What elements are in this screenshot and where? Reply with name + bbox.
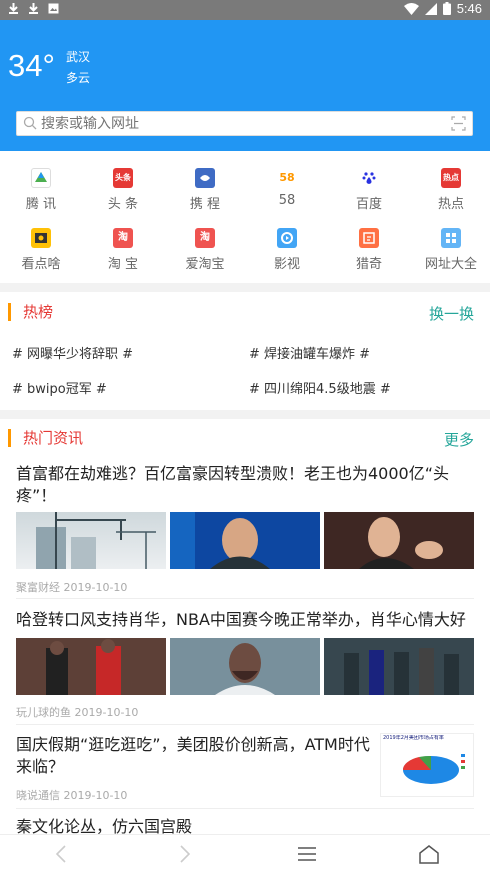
- 58-icon: 58: [277, 168, 297, 188]
- shortcut-58[interactable]: 58 58: [246, 160, 328, 210]
- news-divider: [16, 598, 474, 599]
- news-divider: [16, 724, 474, 725]
- news-title[interactable]: 国庆假期“逛吃逛吃”，美团股价创新高，ATM时代来临？: [16, 734, 378, 778]
- shortcut-ctrip[interactable]: 携 程: [164, 160, 246, 212]
- shortcut-label: 看点啥: [21, 257, 61, 272]
- news-thumbnail-construction[interactable]: [16, 512, 166, 569]
- hot-item[interactable]: # 四川绵阳4.5级地震 #: [249, 378, 391, 397]
- city-name[interactable]: 武汉: [66, 48, 90, 65]
- video-icon: [277, 228, 297, 248]
- shortcut-baidu[interactable]: 百度: [328, 160, 410, 212]
- search-input[interactable]: [41, 114, 441, 134]
- shortcut-label: 百度: [355, 197, 382, 212]
- shortcut-label: 携 程: [189, 197, 221, 212]
- shortcut-toutiao[interactable]: 头条 头 条: [82, 160, 164, 212]
- sites-icon: [441, 228, 461, 248]
- refresh-button[interactable]: 换一换: [429, 303, 474, 324]
- back-icon[interactable]: [50, 843, 74, 865]
- hotspot-icon: 热点: [441, 168, 461, 188]
- shortcut-label: 热点: [437, 197, 464, 212]
- shortcut-tencent[interactable]: 腾 讯: [0, 160, 82, 212]
- download-icon: [29, 3, 38, 14]
- shortcut-label: 头 条: [107, 197, 139, 212]
- shortcut-lieqi[interactable]: 猎奇: [328, 220, 410, 272]
- status-bar: 5:46: [0, 0, 490, 20]
- shortcut-label: 网址大全: [424, 257, 477, 272]
- news-thumbnail-speaker[interactable]: [324, 512, 474, 569]
- news-divider: [16, 808, 474, 809]
- news-thumbnail-players[interactable]: [16, 638, 166, 695]
- news-thumbnail-market-chart[interactable]: 2019年2月美团市场占有率: [380, 733, 474, 797]
- kandian-icon: [31, 228, 51, 248]
- menu-icon[interactable]: [295, 843, 319, 865]
- search-icon: [23, 116, 37, 130]
- shortcut-label: 腾 讯: [25, 197, 57, 212]
- home-icon[interactable]: [417, 843, 441, 865]
- shortcut-video[interactable]: 影视: [246, 220, 328, 272]
- download-icon: [9, 3, 18, 14]
- temperature[interactable]: 34°: [8, 48, 55, 84]
- tencent-icon: [31, 168, 51, 188]
- forward-icon[interactable]: [172, 843, 196, 865]
- hot-list-title: 热榜: [8, 303, 53, 321]
- hot-item[interactable]: # 网曝华少将辞职 #: [12, 343, 133, 362]
- ctrip-icon: [195, 168, 215, 188]
- wifi-icon: [403, 2, 419, 15]
- shortcut-label: 猎奇: [355, 257, 382, 272]
- section-divider: [0, 410, 490, 419]
- shortcut-grid: 腾 讯 头条 头 条 携 程 58 58 百度 热点 热点 看点啥 淘 淘 宝 …: [0, 160, 490, 280]
- news-title[interactable]: 哈登转口风支持肖华，NBA中国赛今晚正常举办，肖华心情大好: [16, 609, 481, 631]
- baidu-icon: [359, 168, 379, 188]
- section-divider: [0, 283, 490, 292]
- header: 34° 武汉 多云: [0, 20, 490, 151]
- shortcut-aitaobao[interactable]: 淘 爱淘宝: [164, 220, 246, 272]
- search-bar[interactable]: [16, 111, 473, 136]
- news-title[interactable]: 首富都在劫难逃？百亿富豪因转型溃败！老王也为4000亿“头疼”！: [16, 463, 476, 507]
- hot-item[interactable]: # bwipo冠军 #: [12, 378, 107, 397]
- shortcut-taobao[interactable]: 淘 淘 宝: [82, 220, 164, 272]
- signal-icon: [424, 2, 437, 15]
- battery-icon: [442, 2, 451, 15]
- shortcut-label: 58: [278, 193, 296, 208]
- hot-news-title: 热门资讯: [8, 429, 83, 447]
- hot-item[interactable]: # 焊接油罐车爆炸 #: [249, 343, 370, 362]
- shortcut-kandian[interactable]: 看点啥: [0, 220, 82, 272]
- shortcut-sites[interactable]: 网址大全: [410, 220, 490, 272]
- taobao-icon: 淘: [113, 228, 133, 248]
- scan-icon[interactable]: [451, 116, 466, 131]
- thumbnail-caption: 2019年2月美团市场占有率: [383, 735, 444, 741]
- weather-condition[interactable]: 多云: [66, 69, 90, 86]
- news-source: 晓说通信 2019-10-10: [16, 789, 128, 802]
- news-source: 聚富财经 2019-10-10: [16, 581, 128, 594]
- lieqi-icon: [359, 228, 379, 248]
- image-icon: [48, 3, 59, 14]
- bottom-nav: [0, 834, 490, 872]
- more-button[interactable]: 更多: [444, 429, 474, 450]
- toutiao-icon: 头条: [113, 168, 133, 188]
- news-thumbnail-harden[interactable]: [170, 638, 320, 695]
- news-thumbnail-group[interactable]: [324, 638, 474, 695]
- news-thumbnail-portrait[interactable]: [170, 512, 320, 569]
- aitaobao-icon: 淘: [195, 228, 215, 248]
- news-title[interactable]: 秦文化论丛，仿六国宫殿: [16, 816, 316, 834]
- status-time: 5:46: [456, 1, 482, 16]
- shortcut-label: 淘 宝: [107, 257, 139, 272]
- shortcut-label: 爱淘宝: [185, 257, 225, 272]
- news-source: 玩儿球的鱼 2019-10-10: [16, 706, 139, 719]
- shortcut-hotspot[interactable]: 热点 热点: [410, 160, 490, 212]
- shortcut-label: 影视: [273, 257, 300, 272]
